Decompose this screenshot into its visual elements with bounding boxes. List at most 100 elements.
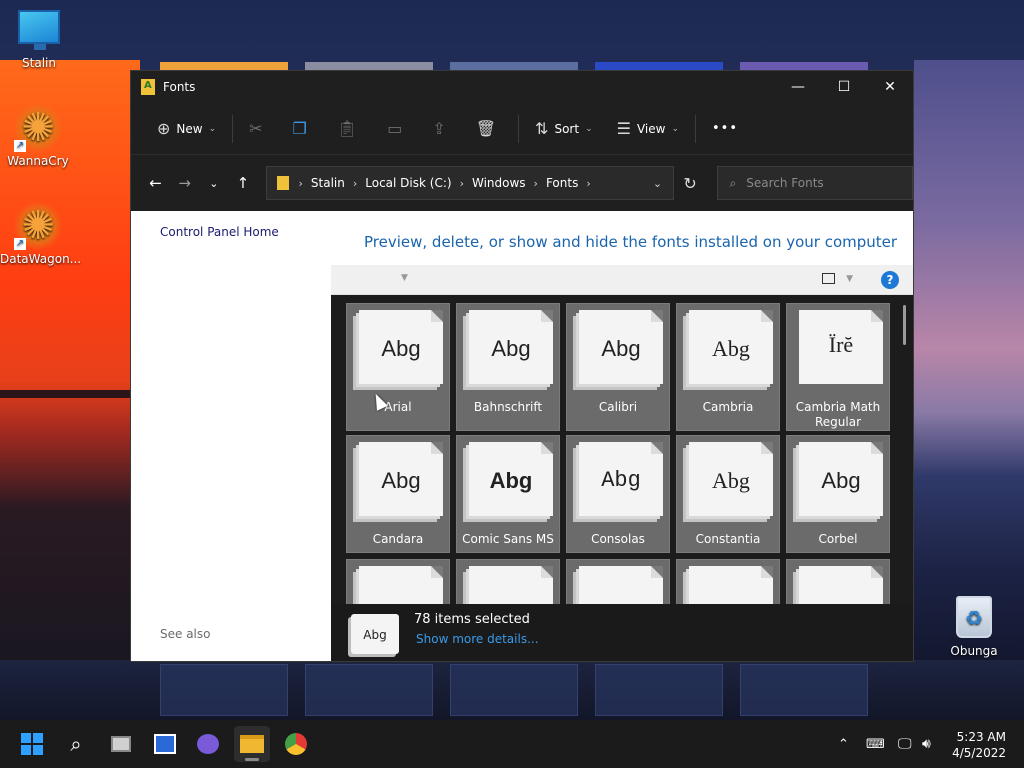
desktop-icon-wannacry[interactable]: ↗ WannaCry bbox=[0, 104, 76, 168]
view-toolstrip: ▼ ▼ ? bbox=[331, 265, 913, 295]
font-sample: Abg bbox=[712, 336, 750, 361]
font-tile[interactable] bbox=[676, 559, 780, 604]
wallpaper-bottom bbox=[0, 660, 1024, 720]
shortcut-arrow-icon: ↗ bbox=[14, 140, 26, 152]
chrome-icon bbox=[285, 733, 307, 755]
address-dropdown-button[interactable]: ⌄ bbox=[643, 177, 673, 190]
search-button[interactable]: ⌕ bbox=[58, 726, 94, 762]
close-button[interactable]: ✕ bbox=[867, 71, 913, 103]
refresh-button[interactable]: ↻ bbox=[674, 166, 707, 200]
font-tile[interactable]: Abg Candara bbox=[346, 435, 450, 553]
chevron-down-icon: ⌄ bbox=[671, 123, 679, 134]
font-tile[interactable]: Abg Calibri bbox=[566, 303, 670, 431]
cut-button[interactable]: ✂ bbox=[241, 113, 276, 145]
maximize-button[interactable]: ☐ bbox=[821, 71, 867, 103]
font-tile[interactable]: Abg Bahnschrift bbox=[456, 303, 560, 431]
start-button[interactable] bbox=[14, 726, 50, 762]
new-label: New bbox=[176, 121, 203, 136]
refresh-icon: ↻ bbox=[683, 173, 697, 193]
back-button[interactable]: ← bbox=[141, 168, 170, 198]
taskbar: ⌕ ⌃ ⌨ 🖵︎ 🔊︎ 5:23 AM 4/5/2022 bbox=[0, 720, 1024, 768]
command-bar: ⊕ New ⌄ ✂ ❐ 📋︎ ▭ ⇪ 🗑︎ ⇅ Sort ⌄ ☰ View ⌄ … bbox=[131, 103, 913, 155]
share-button[interactable]: ⇪ bbox=[424, 113, 459, 145]
sort-button[interactable]: ⇅ Sort ⌄ bbox=[527, 113, 601, 145]
desktop-icon-obunga[interactable]: Obunga bbox=[936, 596, 1012, 658]
font-grid: Abg Arial Abg Bahnschrift Abg Calibri Ab… bbox=[331, 295, 913, 604]
network-button[interactable]: 🖵︎ bbox=[898, 720, 912, 768]
minimize-button[interactable]: — bbox=[775, 71, 821, 103]
desktop-icon-stalin[interactable]: Stalin bbox=[1, 10, 77, 70]
font-tile[interactable]: Abg Corbel bbox=[786, 435, 890, 553]
font-tile[interactable] bbox=[566, 559, 670, 604]
window-title: Fonts bbox=[163, 80, 196, 94]
desktop-icon-label: Obunga bbox=[950, 644, 998, 658]
separator bbox=[694, 114, 696, 143]
font-tile[interactable]: Abg Comic Sans MS bbox=[456, 435, 560, 553]
font-tile[interactable]: Abg Consolas bbox=[566, 435, 670, 553]
title-bar[interactable]: Fonts — ☐ ✕ bbox=[131, 71, 913, 103]
font-file-icon: Abg bbox=[359, 310, 443, 384]
font-tile[interactable]: Ïrĕ Cambria Math Regular bbox=[786, 303, 890, 431]
font-tile[interactable] bbox=[346, 559, 450, 604]
font-file-icon: Abg bbox=[469, 310, 553, 384]
new-button[interactable]: ⊕ New ⌄ bbox=[149, 113, 224, 145]
up-button[interactable]: ↑ bbox=[228, 168, 257, 198]
font-sample: Abg bbox=[491, 336, 531, 361]
vertical-scrollbar[interactable] bbox=[903, 305, 906, 345]
view-mode-icon[interactable] bbox=[822, 273, 835, 284]
breadcrumb-item[interactable]: Fonts bbox=[546, 176, 578, 190]
font-tile[interactable]: Abg Arial bbox=[346, 303, 450, 431]
font-tile[interactable] bbox=[456, 559, 560, 604]
chat-button[interactable] bbox=[190, 726, 226, 762]
delete-button[interactable]: 🗑︎ bbox=[468, 113, 510, 145]
copy-button[interactable]: ❐ bbox=[285, 113, 321, 145]
font-file-icon bbox=[469, 566, 553, 604]
desktop-icon-label: DataWagon... bbox=[0, 252, 82, 266]
clock[interactable]: 5:23 AM 4/5/2022 bbox=[952, 729, 1006, 761]
font-tile[interactable] bbox=[786, 559, 890, 604]
font-file-icon: Abg bbox=[351, 614, 399, 654]
control-panel-home-link[interactable]: Control Panel Home bbox=[160, 225, 279, 239]
search-input[interactable]: ⌕ Search Fonts bbox=[716, 166, 914, 200]
font-file-icon: Abg bbox=[689, 310, 773, 384]
chevron-down-icon: ⌄ bbox=[585, 123, 593, 134]
paste-button[interactable]: 📋︎ bbox=[329, 113, 371, 145]
share-icon: ⇪ bbox=[432, 119, 446, 138]
network-icon: 🖵︎ bbox=[898, 736, 912, 752]
font-sample: Abg bbox=[601, 468, 641, 493]
rename-button[interactable]: ▭ bbox=[379, 113, 416, 145]
fonts-folder-icon bbox=[276, 176, 289, 190]
address-bar[interactable]: › Stalin › Local Disk (C:) › Windows › Fonts… bbox=[265, 166, 674, 200]
breadcrumb-item[interactable]: Stalin bbox=[311, 176, 345, 190]
volume-button[interactable]: 🔊︎ bbox=[922, 720, 931, 768]
widgets-button[interactable] bbox=[147, 726, 183, 762]
font-file-icon: Abg bbox=[579, 442, 663, 516]
more-options-button[interactable]: ••• bbox=[704, 113, 746, 145]
desktop-icon-label: Stalin bbox=[22, 56, 56, 70]
breadcrumb-separator-icon[interactable]: › bbox=[586, 177, 590, 190]
recent-locations-button[interactable]: ⌄ bbox=[199, 168, 228, 198]
chrome-button[interactable] bbox=[278, 726, 314, 762]
arrow-right-icon: → bbox=[178, 174, 191, 192]
task-view-button[interactable] bbox=[103, 726, 139, 762]
organize-dropdown-icon[interactable]: ▼ bbox=[401, 273, 408, 283]
font-tile[interactable]: Abg Cambria bbox=[676, 303, 780, 431]
font-tile[interactable]: Abg Constantia bbox=[676, 435, 780, 553]
file-explorer-button[interactable] bbox=[234, 726, 270, 762]
chevron-down-icon[interactable]: ▼ bbox=[846, 274, 853, 284]
help-button[interactable]: ? bbox=[881, 271, 899, 289]
show-more-details-link[interactable]: Show more details... bbox=[416, 632, 539, 646]
start-icon bbox=[21, 733, 43, 755]
breadcrumb-item[interactable]: Windows bbox=[472, 176, 526, 190]
breadcrumb-item[interactable]: Local Disk (C:) bbox=[365, 176, 451, 190]
desktop-icon-datawagon[interactable]: ↗ DataWagon... bbox=[0, 202, 82, 266]
font-name: Calibri bbox=[598, 400, 638, 414]
forward-button[interactable]: → bbox=[170, 168, 199, 198]
show-hidden-icons-button[interactable]: ⌃ bbox=[838, 720, 849, 768]
view-button[interactable]: ☰ View ⌄ bbox=[609, 113, 687, 145]
speaker-icon: 🔊︎ bbox=[922, 736, 931, 752]
orange-star-icon: ↗ bbox=[14, 104, 62, 152]
breadcrumb-separator-icon: › bbox=[298, 176, 303, 190]
arrow-up-icon: ↑ bbox=[236, 174, 250, 192]
keyboard-button[interactable]: ⌨ bbox=[866, 720, 885, 768]
